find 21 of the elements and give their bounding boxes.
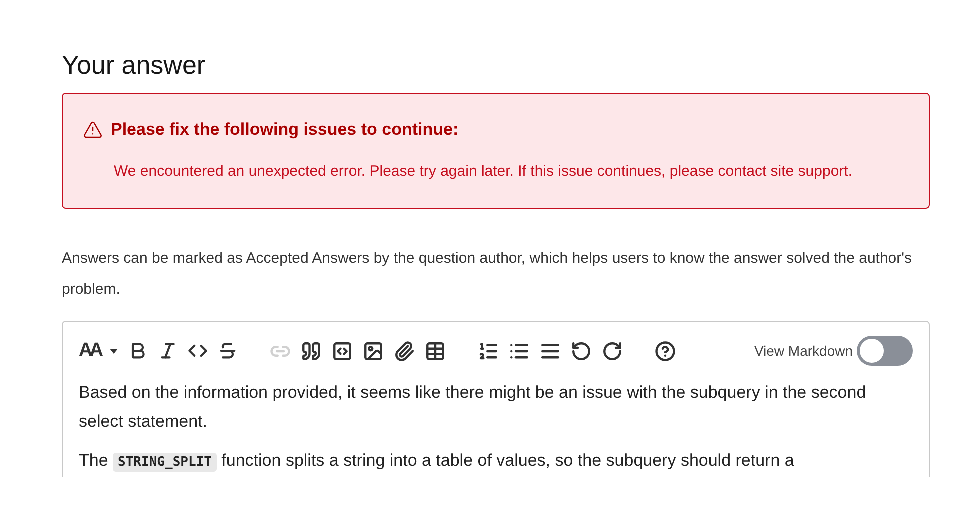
paperclip-icon[interactable] — [394, 340, 416, 362]
section-title: Your answer — [62, 50, 207, 81]
image-icon[interactable] — [363, 340, 384, 362]
heading-button[interactable]: AA — [79, 340, 118, 362]
alert-title: Please fix the following issues to continue: — [111, 120, 459, 140]
undo-icon[interactable] — [571, 340, 592, 362]
numbered-list-icon[interactable] — [478, 340, 500, 362]
answer-paragraph: The STRING_SPLIT function splits a string into a table of values, so the subquery should return a — [79, 450, 796, 474]
toggle-label: View Markdown — [754, 343, 853, 359]
help-icon[interactable] — [655, 340, 676, 362]
answer-paragraph: Based on the information provided, it seems like there might be an issue with the subquery in the second select statement. — [79, 382, 868, 433]
help-text: Answers can be marked as Accepted Answers by the question author, which helps users to know the answer solved the author's problem. — [62, 249, 914, 300]
code-block-icon[interactable] — [332, 340, 354, 362]
table-icon[interactable] — [425, 340, 446, 362]
view-markdown-switch[interactable] — [857, 336, 913, 366]
alert-message: We encountered an unexpected error. Please try again later. If this issue continues, please contact site support. — [114, 162, 854, 182]
caret-icon — [110, 348, 118, 354]
redo-icon[interactable] — [602, 340, 624, 362]
quote-icon[interactable] — [301, 340, 322, 362]
warning-icon — [83, 120, 103, 140]
strikethrough-icon[interactable] — [218, 341, 238, 361]
